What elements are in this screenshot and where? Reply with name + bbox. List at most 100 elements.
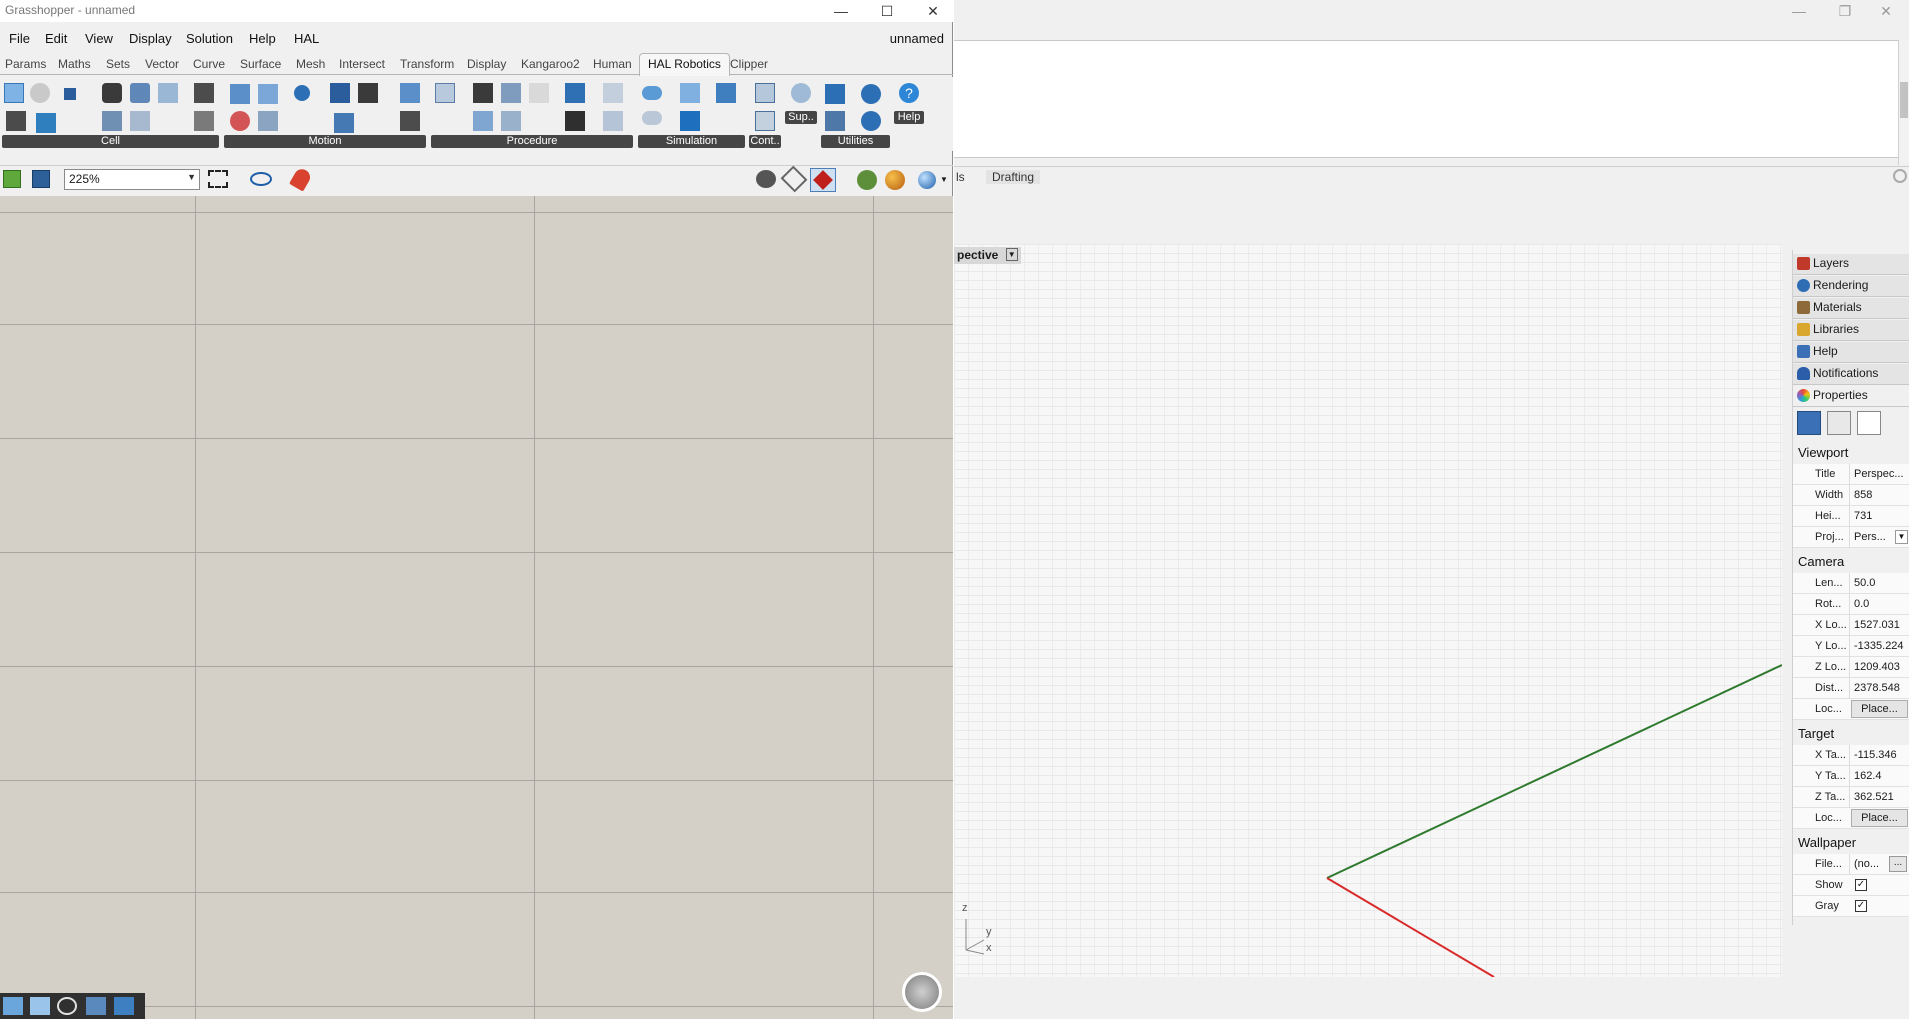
tab-display[interactable]: Display (467, 57, 506, 71)
gray-checkbox[interactable]: ✓ (1855, 900, 1867, 912)
menu-view[interactable]: View (85, 31, 113, 46)
prop-value[interactable]: 1209.403 (1849, 657, 1909, 678)
tab-sets[interactable]: Sets (106, 57, 130, 71)
chevron-down-icon[interactable]: ▼ (940, 175, 948, 184)
restore-button[interactable]: ❐ (1822, 0, 1868, 22)
command-scrollbar[interactable] (1898, 40, 1909, 165)
prop-value[interactable]: (no... (1849, 854, 1887, 875)
robot-cell-icon[interactable] (4, 83, 24, 103)
zone-icon[interactable] (501, 111, 521, 131)
axis-icon[interactable] (194, 83, 214, 103)
sequence-icon[interactable] (435, 83, 455, 103)
wait-icon[interactable] (501, 83, 521, 103)
tab-transform[interactable]: Transform (400, 57, 454, 71)
settings-dot-icon[interactable] (294, 85, 310, 101)
panel-tab-properties[interactable]: Properties (1793, 386, 1909, 407)
wave-disabled-icon[interactable] (642, 111, 662, 125)
gcode-group-icon[interactable] (603, 111, 623, 131)
chevron-down-icon[interactable]: ▼ (1005, 248, 1018, 261)
mechanism-icon[interactable] (130, 111, 150, 131)
ribbon-group-help[interactable]: ? Help (894, 80, 924, 124)
hal-arm-widget-icon[interactable] (86, 997, 106, 1015)
tool-attach-icon[interactable] (6, 111, 26, 131)
tab-hal-robotics[interactable]: HAL Robotics (639, 53, 730, 76)
menu-display[interactable]: Display (129, 31, 172, 46)
prop-value[interactable]: 50.0 (1849, 573, 1909, 594)
prop-value[interactable]: 2378.548 (1849, 678, 1909, 699)
target-icon[interactable] (230, 84, 250, 104)
prop-value[interactable]: 162.4 (1849, 766, 1909, 787)
close-button[interactable]: ✕ (1863, 0, 1909, 22)
prop-value[interactable]: 362.521 (1849, 787, 1909, 808)
eye-icon[interactable] (250, 172, 272, 186)
signal-icon[interactable] (565, 83, 585, 103)
zoom-extents-icon[interactable] (208, 170, 228, 188)
trajectory-icon[interactable] (716, 83, 736, 103)
tab-clipper[interactable]: Clipper (730, 57, 768, 71)
material-preview-icon[interactable] (885, 170, 905, 190)
minimize-button[interactable]: — (818, 0, 864, 22)
refresh-icon[interactable] (861, 84, 881, 104)
panel-tab-help[interactable]: Help (1793, 342, 1909, 363)
tab-mesh[interactable]: Mesh (296, 57, 325, 71)
render-mesh-icon[interactable] (918, 171, 936, 189)
export-icon[interactable] (755, 111, 775, 131)
gear-icon[interactable] (1893, 169, 1907, 183)
tab-surface[interactable]: Surface (240, 57, 281, 71)
reload-icon[interactable] (861, 111, 881, 131)
link-icon[interactable] (1857, 411, 1881, 435)
points-icon[interactable] (230, 111, 250, 131)
close-button[interactable]: ✕ (910, 0, 956, 22)
hal-widget-icon[interactable] (3, 997, 23, 1015)
camera-place-button[interactable]: Place... (1851, 700, 1908, 718)
tab-drafting[interactable]: Drafting (986, 170, 1041, 184)
divide-icon[interactable] (258, 111, 278, 131)
tab-params[interactable]: Params (5, 57, 46, 71)
joint-icon[interactable] (102, 111, 122, 131)
chevron-down-icon[interactable]: ▼ (1895, 530, 1908, 544)
prop-value[interactable]: 858 (1849, 485, 1909, 506)
prop-value[interactable]: Perspec... (1849, 464, 1909, 485)
save-icon[interactable] (32, 170, 50, 188)
target-edit-icon[interactable] (258, 84, 278, 104)
viewport-title[interactable]: pective ▼ (954, 247, 1021, 264)
tab-kangaroo2[interactable]: Kangaroo2 (521, 57, 580, 71)
target-place-button[interactable]: Place... (1851, 809, 1908, 827)
maximize-button[interactable]: ☐ (864, 0, 910, 22)
list-icon[interactable] (825, 111, 845, 131)
frame-path-icon[interactable] (400, 83, 420, 103)
gear-icon[interactable] (30, 83, 50, 103)
sketch-pen-icon[interactable] (289, 166, 313, 192)
panel-tab-rendering[interactable]: Rendering (1793, 276, 1909, 297)
move-icon[interactable] (473, 83, 493, 103)
go-icon[interactable] (529, 83, 549, 103)
simulate-icon[interactable] (680, 83, 700, 103)
hal-target-widget-icon[interactable] (30, 997, 50, 1015)
tab-maths[interactable]: Maths (58, 57, 91, 71)
open-folder-icon[interactable] (3, 170, 21, 188)
minimize-button[interactable]: — (1776, 0, 1822, 22)
panel-tab-materials[interactable]: Materials (1793, 298, 1909, 319)
command-history-area[interactable] (954, 40, 1899, 158)
tab-human[interactable]: Human (593, 57, 632, 71)
target-axis-icon[interactable] (194, 111, 214, 131)
perspective-viewport[interactable]: z y x (954, 244, 1782, 977)
block-icon[interactable] (64, 88, 76, 100)
menu-help[interactable]: Help (249, 31, 276, 46)
tool-change-icon[interactable] (565, 111, 585, 131)
zoom-combobox[interactable]: 225% ▼ (64, 169, 200, 190)
speed-icon[interactable] (473, 111, 493, 131)
document-preview-icon[interactable] (857, 170, 877, 190)
prop-value[interactable]: 0.0 (1849, 594, 1909, 615)
orient-icon[interactable] (400, 111, 420, 131)
menu-solution[interactable]: Solution (186, 31, 233, 46)
frame-icon[interactable] (158, 83, 178, 103)
solver-status-icon[interactable] (902, 972, 942, 1012)
axes-icon[interactable] (825, 84, 845, 104)
viewport-frame-icon[interactable] (1827, 411, 1851, 435)
path-icon[interactable] (358, 83, 378, 103)
prop-value[interactable]: 1527.031 (1849, 615, 1909, 636)
tab-curve[interactable]: Curve (193, 57, 225, 71)
tool-icon[interactable] (130, 83, 150, 103)
menu-edit[interactable]: Edit (45, 31, 67, 46)
